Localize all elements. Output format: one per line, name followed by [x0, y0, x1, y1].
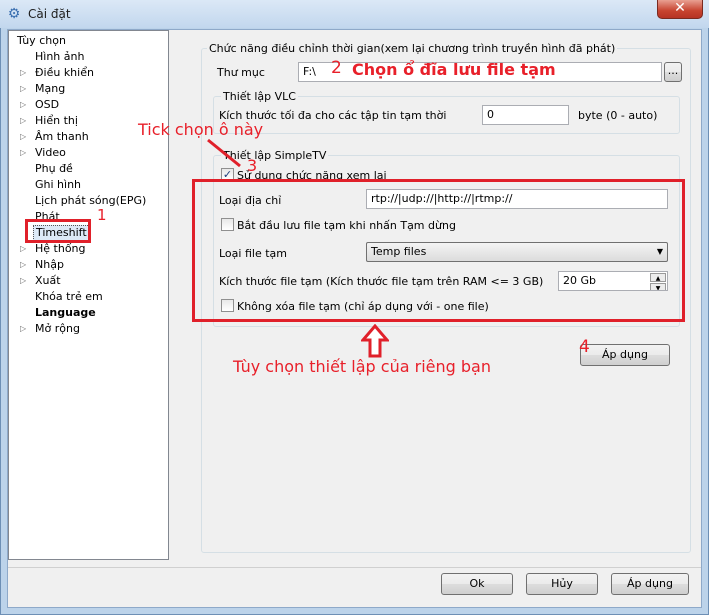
annotation-choose-drive: Chọn ổ đĩa lưu file tạm: [352, 60, 556, 79]
tree-item-label: Điều khiển: [35, 66, 94, 79]
folder-label: Thư mục: [217, 66, 265, 79]
window-title: Cài đặt: [28, 7, 71, 21]
tree-expander-icon[interactable]: ▷: [20, 97, 30, 113]
tree-item-label: Khóa trẻ em: [35, 290, 103, 303]
tree-item-label: Video: [35, 146, 66, 159]
tree-item-label: Xuất: [35, 274, 61, 287]
group-apply-button[interactable]: Áp dụng: [580, 344, 670, 366]
tree-expander-icon[interactable]: ▷: [20, 241, 30, 257]
tree-item-label: Lịch phát sóng(EPG): [35, 194, 147, 207]
tree-item-label: Hình ảnh: [35, 50, 85, 63]
close-icon: ✕: [674, 0, 686, 16]
annotation-box-timeshift: [25, 219, 91, 243]
tree-item-label: Ghi hình: [35, 178, 82, 191]
tree-item-label: Âm thanh: [35, 130, 89, 143]
vlc-size-value: 0: [487, 108, 494, 121]
tree-item-label: Tùy chọn: [17, 34, 66, 47]
tree-item-label: OSD: [35, 98, 60, 111]
tree-item-label: Phụ đề: [35, 162, 73, 175]
annotation-custom-options: Tùy chọn thiết lập của riêng bạn: [233, 357, 491, 376]
ok-button[interactable]: Ok: [441, 573, 513, 595]
browse-button[interactable]: ...: [664, 62, 682, 82]
settings-tree[interactable]: Tùy chọn Hình ảnh ▷ Điều khiển ▷ Mạng ▷ OSD ▷ Hi…: [8, 30, 169, 560]
vlc-size-unit: byte (0 - auto): [578, 109, 658, 122]
annotation-up-arrow: [361, 324, 389, 358]
annotation-arrow-to-checkbox: [207, 138, 241, 168]
tree-expander-icon[interactable]: ▷: [20, 113, 30, 129]
annotation-number-2: 2: [331, 58, 342, 78]
vlc-size-input[interactable]: 0: [482, 105, 569, 125]
tree-expander-icon[interactable]: ▷: [20, 129, 30, 145]
tree-item-label: Hệ thống: [35, 242, 86, 255]
tree-item-label: Language: [35, 306, 96, 319]
tree-expander-icon[interactable]: ▷: [20, 65, 30, 81]
tree-item-label: Nhập: [35, 258, 64, 271]
tree-item-label: Mạng: [35, 82, 66, 95]
apply-button[interactable]: Áp dụng: [611, 573, 689, 595]
annotation-box-simpletv: [192, 179, 685, 322]
settings-app-icon: ⚙: [7, 6, 21, 22]
vlc-group-title: Thiết lập VLC: [221, 90, 298, 103]
tree-expander-icon[interactable]: ▷: [20, 81, 30, 97]
tree-expander-icon[interactable]: ▷: [20, 257, 30, 273]
cancel-button[interactable]: Hủy: [526, 573, 598, 595]
annotation-number-1: 1: [97, 206, 107, 224]
tree-item-label: Hiển thị: [35, 114, 78, 127]
folder-value: F:\: [303, 65, 316, 78]
footer-separator: [8, 567, 701, 568]
tree-expander-icon[interactable]: ▷: [20, 273, 30, 289]
tree-expander-icon[interactable]: ▷: [20, 145, 30, 161]
close-button[interactable]: ✕: [657, 0, 703, 19]
timeshift-group-title: Chức năng điều chỉnh thời gian(xem lại c…: [207, 42, 618, 55]
title-bar[interactable]: [0, 0, 709, 28]
tree-expander-icon[interactable]: ▷: [20, 321, 30, 337]
tree-item-label: Mở rộng: [35, 322, 80, 335]
annotation-number-4: 4: [579, 337, 590, 357]
